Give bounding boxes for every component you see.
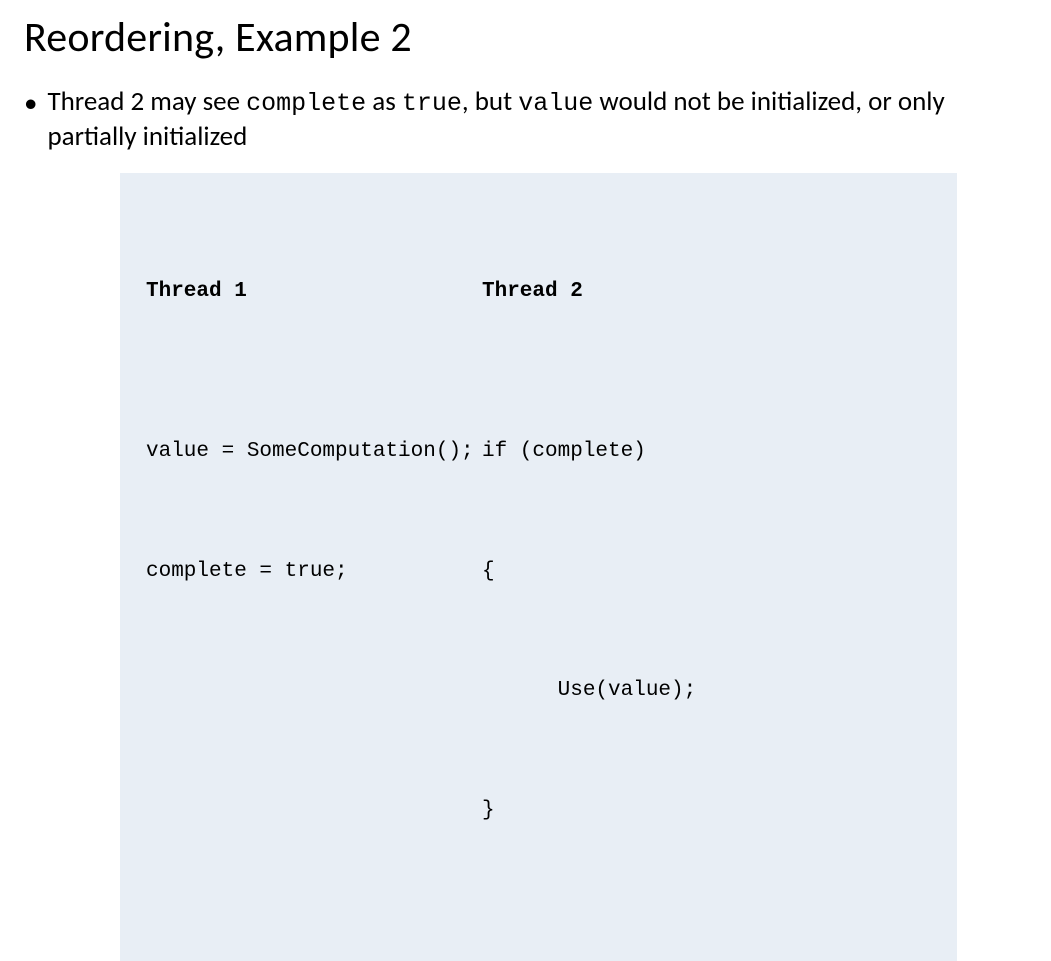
bullet-seg-4: , but: [462, 85, 518, 118]
bullet-code-value: value: [518, 89, 593, 118]
thread2-line3: Use(value);: [482, 671, 931, 711]
bullet-item: • Thread 2 may see complete as true, but…: [24, 85, 1027, 155]
thread2-line1: if (complete): [482, 432, 931, 472]
bullet-code-complete: complete: [246, 89, 366, 118]
slide-title: Reordering, Example 2: [24, 12, 1027, 63]
thread1-line1: value = SomeComputation();: [146, 432, 482, 472]
bullet-text: Thread 2 may see complete as true, but v…: [47, 85, 1027, 155]
thread2-line4: }: [482, 791, 931, 831]
thread2-header: Thread 2: [482, 272, 931, 312]
code-box: Thread 1 value = SomeComputation(); comp…: [120, 173, 957, 961]
thread1-line2: complete = true;: [146, 552, 482, 592]
bullet-code-true: true: [402, 89, 462, 118]
thread1-header: Thread 1: [146, 272, 482, 312]
bullet-seg-2: as: [366, 85, 402, 118]
code-column-thread2: Thread 2 if (complete) { Use(value); }: [482, 193, 931, 911]
bullet-dot-icon: •: [24, 85, 37, 122]
code-column-thread1: Thread 1 value = SomeComputation(); comp…: [146, 193, 482, 911]
bullet-seg-0: Thread 2 may see: [47, 85, 246, 118]
thread2-line2: {: [482, 552, 931, 592]
